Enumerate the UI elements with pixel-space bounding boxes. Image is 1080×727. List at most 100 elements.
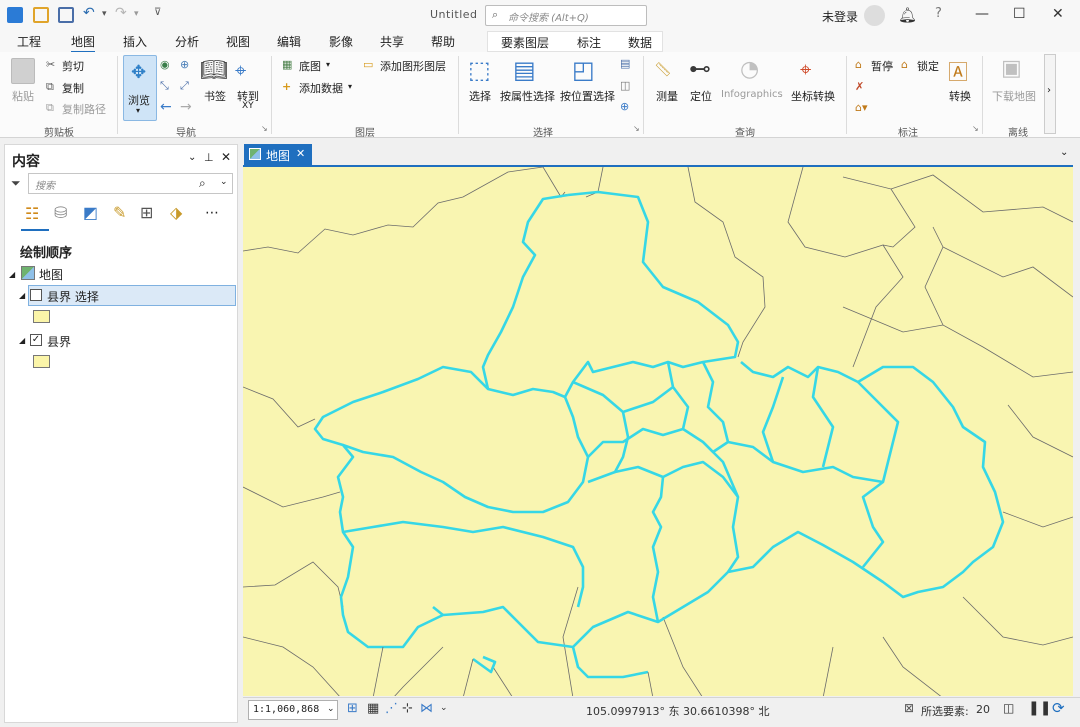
explore-button[interactable]: ✥ 浏览 ▾	[123, 55, 157, 121]
select-button[interactable]: 选择	[469, 88, 491, 104]
user-avatar-icon[interactable]	[864, 5, 885, 26]
pin-icon[interactable]: ⊥	[204, 151, 214, 164]
tab-share[interactable]: 共享	[380, 33, 404, 50]
selected-features-label[interactable]: 所选要素:	[921, 703, 969, 719]
close-pane-icon[interactable]: ✕	[221, 150, 231, 164]
close-button[interactable]: ✕	[1052, 6, 1064, 22]
navigation-direction-icon[interactable]: ⋈	[420, 701, 433, 716]
launcher-icon[interactable]: ↘	[633, 124, 640, 133]
tab-analysis[interactable]: 分析	[175, 33, 199, 50]
contents-search-input[interactable]: 搜索 ⌕ ⌄	[28, 173, 233, 194]
layer-visibility-checkbox[interactable]: ✓	[30, 334, 42, 346]
tab-project[interactable]: 工程	[17, 33, 41, 50]
collapse-layer-icon[interactable]: ◢	[19, 291, 25, 300]
fixed-zoom-out-icon[interactable]: ⤢	[180, 79, 189, 93]
tab-feature-layer[interactable]: 要素图层	[501, 34, 549, 51]
select-by-location-button[interactable]: 按位置选择	[560, 88, 615, 104]
snapping-icon[interactable]: ⋰	[385, 701, 398, 716]
layer-symbol-swatch[interactable]	[33, 310, 50, 323]
layer-name[interactable]: 县界 选择	[47, 288, 99, 305]
cut-button[interactable]: 剪切	[62, 58, 84, 74]
tab-labeling[interactable]: 标注	[577, 34, 601, 51]
list-by-drawing-order-icon[interactable]: ☷	[25, 204, 39, 223]
refresh-icon[interactable]: ⟳	[1052, 699, 1065, 717]
pause-labeling-button[interactable]: 暂停	[871, 58, 893, 74]
tab-view[interactable]: 视图	[226, 33, 250, 50]
bookmarks-button[interactable]: 书签	[204, 88, 226, 104]
clear-selection-icon[interactable]: ◫	[620, 79, 630, 92]
notifications-icon[interactable]: 🔔︎	[898, 6, 917, 24]
ribbon-scroll-right[interactable]: ›	[1044, 54, 1056, 134]
save-icon[interactable]	[58, 7, 74, 23]
redo-icon[interactable]: ↷	[115, 5, 131, 21]
search-dropdown-icon[interactable]: ⌄	[220, 177, 228, 187]
copy-path-button[interactable]: 复制路径	[62, 101, 106, 117]
lock-labels-button[interactable]: 锁定	[917, 58, 939, 74]
redo-dropdown-icon[interactable]: ▾	[134, 9, 150, 25]
tab-help[interactable]: 帮助	[431, 33, 455, 50]
map-canvas[interactable]	[243, 165, 1073, 696]
layer-visibility-checkbox[interactable]	[30, 289, 42, 301]
pane-options-icon[interactable]: ⌄	[188, 152, 196, 163]
previous-extent-icon[interactable]: ←	[160, 99, 172, 115]
zoom-to-selection-icon[interactable]: ⊕	[620, 100, 629, 113]
convert-coordinates-button[interactable]: 坐标转换	[791, 88, 835, 104]
attributes-icon[interactable]: ▤	[620, 57, 630, 70]
list-by-data-source-icon[interactable]: ⛁	[54, 203, 67, 222]
infographics-button[interactable]: Infographics	[721, 89, 783, 100]
pause-drawing-icon[interactable]: ❚❚	[1028, 700, 1051, 716]
list-by-labeling-icon[interactable]: ⬗	[170, 203, 182, 222]
map-node-label[interactable]: 地图	[39, 266, 63, 283]
help-icon[interactable]: ?	[935, 6, 942, 21]
fixed-zoom-in-icon[interactable]: ⤡	[160, 79, 169, 93]
locate-button[interactable]: 定位	[690, 88, 712, 104]
copy-button[interactable]: 复制	[62, 80, 84, 96]
collapse-map-icon[interactable]: ◢	[9, 270, 15, 279]
selected-features-count[interactable]: 20	[976, 703, 990, 716]
list-by-snapping-icon[interactable]: ⊞	[140, 203, 153, 222]
tab-edit[interactable]: 编辑	[277, 33, 301, 50]
tab-imagery[interactable]: 影像	[329, 33, 353, 50]
constraints-icon[interactable]: ⊹	[402, 701, 413, 716]
tab-map[interactable]: 地图	[71, 33, 96, 53]
select-by-attributes-button[interactable]: 按属性选择	[500, 88, 555, 104]
sign-in-status[interactable]: 未登录	[822, 8, 858, 25]
layer-symbol-swatch[interactable]	[33, 355, 50, 368]
map-grid-icon[interactable]: ⊞	[347, 701, 358, 716]
grid-icon[interactable]: ▦	[367, 701, 379, 716]
map-view-tab[interactable]: 地图 ✕	[244, 144, 312, 165]
paste-button[interactable]: 粘贴	[12, 88, 34, 104]
list-by-selection-icon[interactable]: ◩	[83, 203, 98, 222]
tab-list-dropdown-icon[interactable]: ⌄	[1060, 147, 1068, 158]
zoom-to-layer-icon[interactable]: ⊕	[180, 58, 189, 71]
more-options-icon[interactable]: ⋯	[205, 205, 219, 221]
collapse-layer-icon[interactable]: ◢	[19, 336, 25, 345]
minimize-button[interactable]: —	[975, 6, 989, 22]
maximize-button[interactable]: ☐	[1013, 6, 1026, 22]
unplaced-labels-icon[interactable]: ✗	[855, 80, 864, 93]
tab-insert[interactable]: 插入	[123, 33, 147, 50]
add-data-button[interactable]: 添加数据	[299, 80, 343, 96]
navigation-dropdown-icon[interactable]: ⌄	[440, 703, 448, 713]
tab-data[interactable]: 数据	[628, 34, 652, 51]
convert-labels-button[interactable]: 转换	[949, 88, 971, 104]
coordinate-format-dropdown-icon[interactable]: ⌄	[757, 703, 765, 713]
launcher-icon[interactable]: ↘	[261, 124, 268, 133]
download-map-button[interactable]: 下载地图	[992, 88, 1036, 104]
refresh-extent-icon[interactable]: ◫	[1003, 701, 1014, 715]
command-search-input[interactable]: ⌕ 命令搜索 (Alt+Q)	[485, 5, 647, 26]
undo-icon[interactable]: ↶	[83, 5, 99, 21]
customize-toolbar-icon[interactable]: ⊽	[154, 7, 170, 23]
label-options-icon[interactable]: ⌂▾	[855, 101, 868, 114]
add-graphics-layer-button[interactable]: 添加图形图层	[380, 58, 446, 74]
launcher-icon[interactable]: ↘	[972, 124, 979, 133]
full-extent-icon[interactable]: ◉	[160, 58, 170, 71]
next-extent-icon[interactable]: →	[180, 99, 192, 115]
open-project-icon[interactable]	[33, 7, 49, 23]
list-by-editing-icon[interactable]: ✎	[113, 203, 126, 222]
layer-name[interactable]: 县界	[47, 333, 71, 350]
scale-selector[interactable]: 1:1,060,868 ⌄	[248, 700, 338, 720]
filter-icon[interactable]: ⏷	[11, 176, 21, 191]
paste-icon[interactable]	[11, 58, 35, 84]
basemap-button[interactable]: 底图	[299, 58, 321, 74]
